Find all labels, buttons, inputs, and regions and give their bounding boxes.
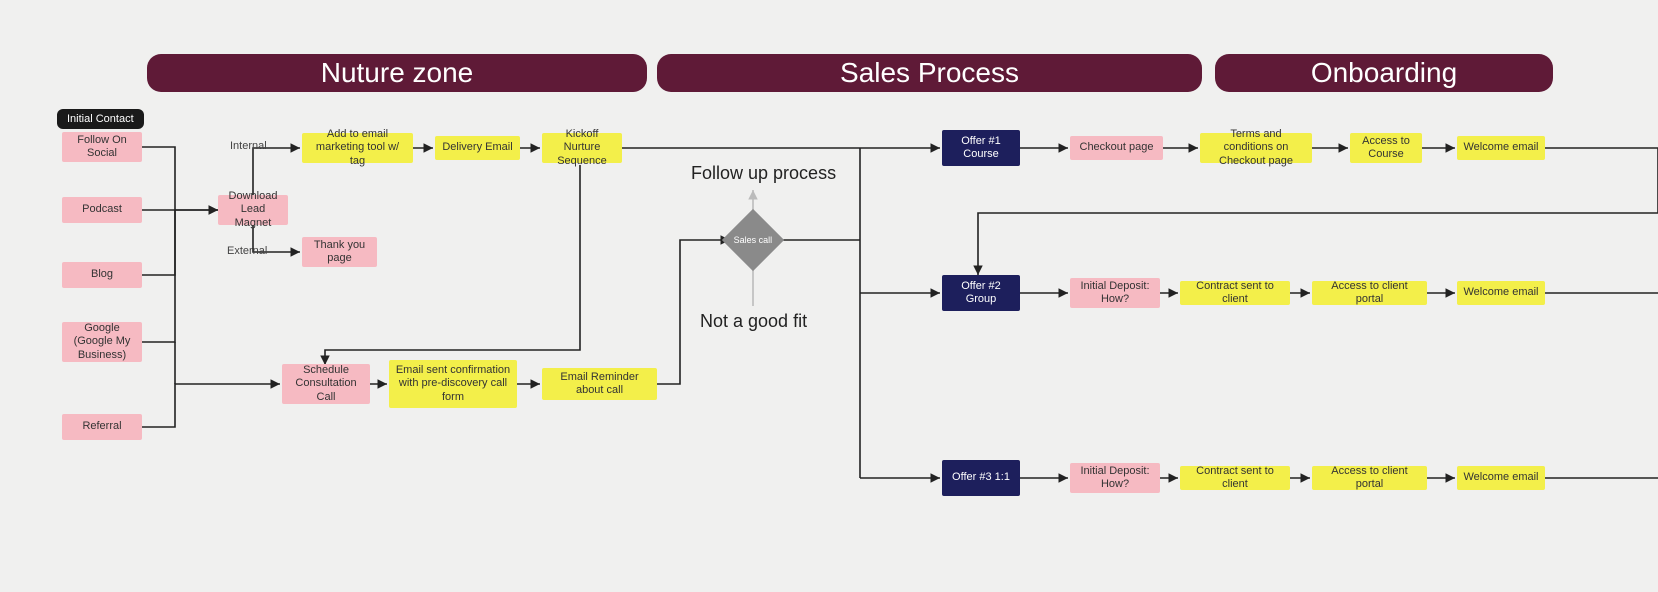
box-offer-2: Offer #2 Group [942, 275, 1020, 311]
box-schedule-call: Schedule Consultation Call [282, 364, 370, 404]
source-blog: Blog [62, 262, 142, 288]
box-confirmation-email: Email sent confirmation with pre-discove… [389, 360, 517, 408]
box-contract-2: Contract sent to client [1180, 281, 1290, 305]
zone-header-nurture: Nuture zone [147, 54, 647, 92]
box-download-lead-magnet: Download Lead Magnet [218, 195, 288, 225]
box-access-course: Access to Course [1350, 133, 1422, 163]
zone-header-onboarding: Onboarding [1215, 54, 1553, 92]
box-welcome-email-3: Welcome email [1457, 466, 1545, 490]
source-follow-social: Follow On Social [62, 132, 142, 162]
box-portal-3: Access to client portal [1312, 466, 1427, 490]
decision-sales-call-label: Sales call [734, 236, 773, 245]
label-follow-up: Follow up process [691, 163, 836, 184]
box-terms-conditions: Terms and conditions on Checkout page [1200, 133, 1312, 163]
label-not-good-fit: Not a good fit [700, 311, 807, 332]
label-internal: Internal [230, 140, 267, 152]
source-google: Google (Google My Business) [62, 322, 142, 362]
source-podcast: Podcast [62, 197, 142, 223]
box-offer-1: Offer #1 Course [942, 130, 1020, 166]
box-offer-3: Offer #3 1:1 [942, 460, 1020, 496]
tag-initial-contact: Initial Contact [57, 109, 144, 129]
box-contract-3: Contract sent to client [1180, 466, 1290, 490]
box-delivery-email: Delivery Email [435, 136, 520, 160]
decision-sales-call: Sales call [722, 209, 784, 271]
box-welcome-email-1: Welcome email [1457, 136, 1545, 160]
box-welcome-email-2: Welcome email [1457, 281, 1545, 305]
box-deposit-3: Initial Deposit: How? [1070, 463, 1160, 493]
label-external: External [227, 245, 267, 257]
box-portal-2: Access to client portal [1312, 281, 1427, 305]
box-kickoff-nurture: Kickoff Nurture Sequence [542, 133, 622, 163]
box-thank-you: Thank you page [302, 237, 377, 267]
box-checkout-page: Checkout page [1070, 136, 1163, 160]
box-reminder-email: Email Reminder about call [542, 368, 657, 400]
zone-header-sales: Sales Process [657, 54, 1202, 92]
box-add-email-tool: Add to email marketing tool w/ tag [302, 133, 413, 163]
box-deposit-2: Initial Deposit: How? [1070, 278, 1160, 308]
source-referral: Referral [62, 414, 142, 440]
